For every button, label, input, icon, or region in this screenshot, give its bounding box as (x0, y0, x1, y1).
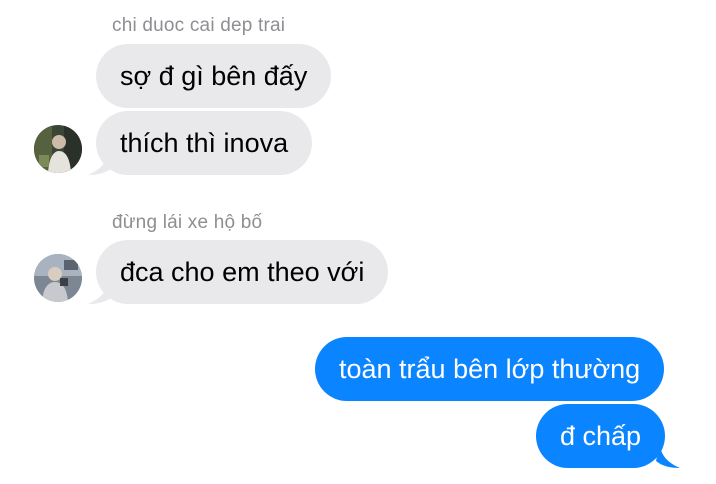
sender-name-2: đừng lái xe hộ bố (112, 212, 263, 233)
avatar-photo-2 (34, 254, 82, 302)
avatar-photo-1 (34, 125, 82, 173)
message-bubble-incoming-2[interactable]: thích thì inova (96, 111, 313, 175)
message-bubble-incoming-3[interactable]: đca cho em theo với (96, 240, 389, 304)
message-bubble-outgoing-1[interactable]: toàn trẩu bên lớp thường (315, 337, 665, 401)
avatar-sender-1[interactable] (34, 125, 82, 173)
message-bubble-incoming-1[interactable]: sợ đ gì bên đấy (96, 44, 332, 108)
message-bubble-outgoing-2[interactable]: đ chấp (536, 404, 666, 468)
avatar-sender-2[interactable] (34, 254, 82, 302)
sender-name-1: chi duoc cai dep trai (112, 15, 286, 36)
bubble-tail-incoming-2 (88, 279, 112, 304)
bubble-tail-incoming-1 (88, 150, 112, 175)
bubble-tail-outgoing (656, 443, 680, 468)
